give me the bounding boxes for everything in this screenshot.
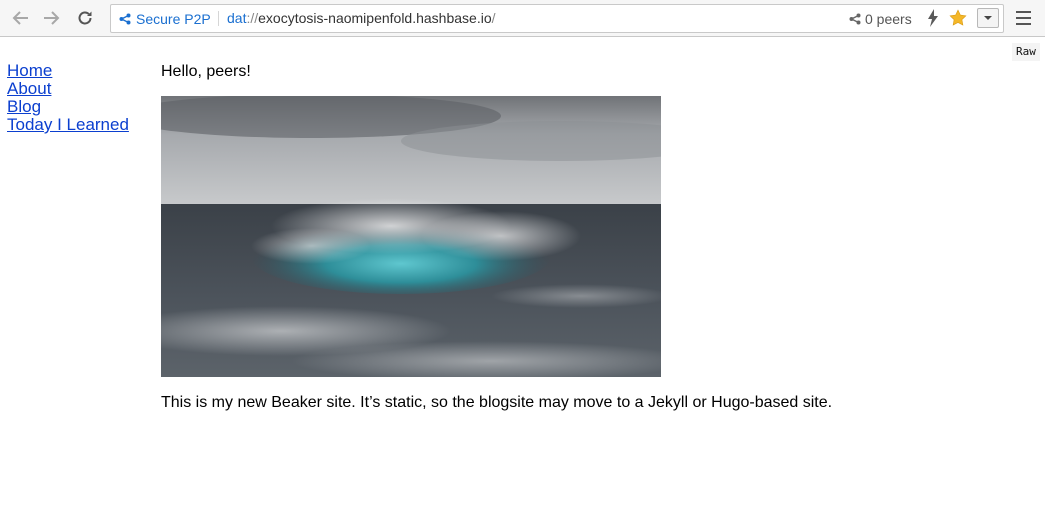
ocean-wave-photo (161, 96, 661, 377)
site-menu-dropdown[interactable] (977, 8, 999, 28)
forward-button[interactable] (38, 6, 64, 30)
peers-indicator[interactable]: 0 peers (849, 5, 912, 32)
intro-paragraph: This is my new Beaker site. It’s static,… (161, 394, 833, 411)
hamburger-menu-icon[interactable] (1014, 9, 1034, 27)
secure-label: Secure P2P (136, 10, 211, 27)
url-protocol: dat (227, 10, 247, 26)
secure-p2p-badge[interactable]: Secure P2P (119, 5, 211, 32)
site-nav: Home About Blog Today I Learned (7, 62, 129, 134)
url-path: / (491, 10, 496, 26)
arrow-right-icon (44, 11, 60, 25)
back-button[interactable] (8, 6, 34, 30)
nav-link-blog[interactable]: Blog (7, 98, 129, 116)
address-bar[interactable]: Secure P2P dat://exocytosis-naomipenfold… (110, 4, 1004, 33)
arrow-left-icon (12, 11, 28, 25)
reload-button[interactable] (72, 6, 98, 30)
nav-link-today-i-learned[interactable]: Today I Learned (7, 116, 129, 134)
nav-link-about[interactable]: About (7, 80, 129, 98)
reload-icon (78, 11, 92, 25)
share-icon (849, 13, 861, 24)
peers-label: 0 peers (865, 10, 912, 27)
lightning-icon[interactable] (927, 9, 939, 27)
nav-link-home[interactable]: Home (7, 62, 129, 80)
greeting-text: Hello, peers! (161, 63, 251, 80)
url-separator: :// (246, 10, 259, 26)
raw-view-button[interactable]: Raw (1012, 43, 1040, 61)
star-icon[interactable] (949, 9, 967, 27)
share-icon (119, 13, 131, 24)
browser-toolbar: Secure P2P dat://exocytosis-naomipenfold… (0, 0, 1045, 37)
url-divider (218, 11, 219, 26)
url-text[interactable]: dat://exocytosis-naomipenfold.hashbase.i… (227, 5, 496, 32)
url-host: exocytosis-naomipenfold.hashbase.io (258, 10, 492, 26)
chevron-down-icon (984, 16, 992, 20)
